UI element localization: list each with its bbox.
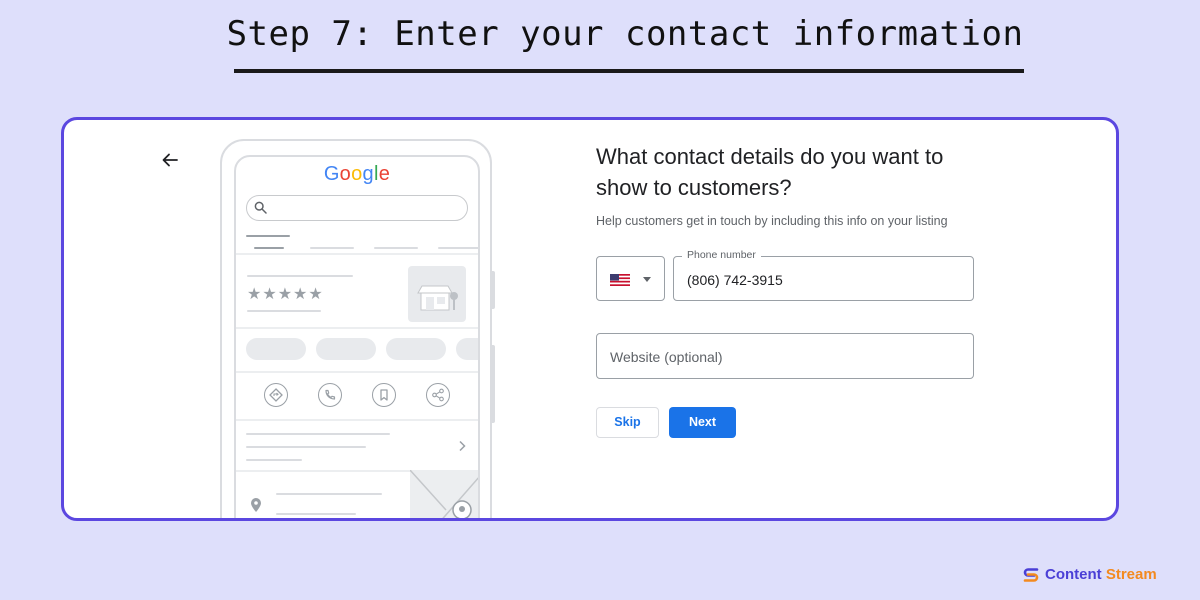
map-icon <box>410 470 478 518</box>
google-logo-letter: e <box>378 163 391 185</box>
mock-text-line <box>247 310 321 312</box>
mock-chip <box>456 338 478 360</box>
phone-number-label: Phone number <box>682 249 761 261</box>
google-logo-letter: G <box>323 163 340 185</box>
brand-name: Content Stream <box>1045 566 1157 583</box>
chevron-right-icon <box>459 440 466 452</box>
screenshot-panel: Google ★★★★★ What contact details do you… <box>61 117 1119 521</box>
content-stream-logo-icon <box>1023 568 1039 582</box>
mock-text-line <box>276 493 382 495</box>
mock-text-line <box>246 459 302 461</box>
brand-word-content: Content <box>1045 566 1102 583</box>
phone-screen: Google ★★★★★ <box>234 155 480 518</box>
google-logo-letter: o <box>351 163 363 185</box>
brand-word-stream: Stream <box>1105 566 1157 583</box>
skip-button[interactable]: Skip <box>596 407 659 438</box>
phone-side-button <box>490 345 495 423</box>
location-pin-icon <box>251 498 261 512</box>
chevron-down-icon <box>643 277 651 282</box>
bookmark-icon <box>372 383 396 407</box>
mock-divider <box>236 253 478 255</box>
next-button[interactable]: Next <box>669 407 736 438</box>
mock-tab-line <box>310 247 354 249</box>
mock-chip <box>386 338 446 360</box>
mock-map <box>410 470 478 518</box>
form-heading: What contact details do you want to show… <box>596 144 944 200</box>
google-logo: Google <box>236 163 478 186</box>
mock-tab-line <box>374 247 418 249</box>
rating-stars: ★★★★★ <box>247 286 324 303</box>
title-underline <box>234 69 1024 73</box>
mock-search-bar <box>246 195 468 221</box>
mock-text-line <box>246 433 390 435</box>
phone-illustration: Google ★★★★★ <box>220 139 495 518</box>
storefront-thumbnail <box>408 266 466 322</box>
phone-side-button <box>490 271 495 309</box>
phone-icon <box>318 383 342 407</box>
country-code-select[interactable] <box>596 256 665 301</box>
share-icon <box>426 383 450 407</box>
storefront-icon <box>417 285 458 311</box>
page-title: Step 7: Enter your contact information <box>226 14 1024 54</box>
mock-tab-line <box>438 247 478 249</box>
phone-number-value: (806) 742-3915 <box>687 272 783 288</box>
mock-divider <box>236 371 478 373</box>
website-field[interactable]: Website (optional) <box>596 333 974 379</box>
mock-text-line <box>247 275 353 277</box>
form-subtext: Help customers get in touch by including… <box>596 214 948 228</box>
website-placeholder: Website (optional) <box>610 349 723 365</box>
mock-text-line <box>276 513 356 515</box>
mock-chip <box>316 338 376 360</box>
mock-tab-line <box>246 235 290 237</box>
search-icon <box>254 201 267 214</box>
mock-tab-active <box>254 247 284 249</box>
mock-chip <box>246 338 306 360</box>
mock-divider <box>236 327 478 329</box>
mock-divider <box>236 419 478 421</box>
directions-icon <box>264 383 288 407</box>
phone-number-field[interactable]: Phone number (806) 742-3915 <box>673 249 974 301</box>
google-logo-letter: g <box>362 163 374 185</box>
mock-text-line <box>246 446 366 448</box>
us-flag-icon <box>610 274 630 286</box>
back-arrow-icon[interactable] <box>160 150 180 170</box>
google-logo-letter: o <box>339 163 352 185</box>
